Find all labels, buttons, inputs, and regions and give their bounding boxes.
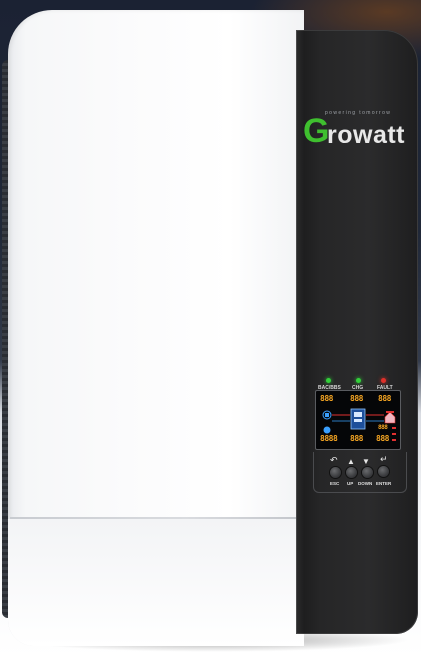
logo-wordmark: rowatt	[327, 121, 405, 149]
lcd-readout-mid-right: 888	[378, 424, 388, 431]
up-button[interactable]	[346, 467, 357, 478]
enter-button[interactable]	[378, 466, 389, 477]
esc-button-label: ESC	[330, 481, 340, 486]
lcd-readout-bottom-right: 888	[376, 434, 389, 443]
enter-button-label: ENTER	[376, 481, 392, 486]
lcd-readout-bottom-left: 8888	[320, 434, 338, 443]
esc-button[interactable]	[330, 467, 341, 478]
status-led-fault	[381, 378, 386, 383]
up-arrow-icon: ▲	[347, 457, 355, 466]
enter-arrow-icon: ↵	[380, 454, 388, 464]
lcd-display: 888 888 888 888 8888 888 888	[315, 390, 401, 450]
bottom-cover	[8, 519, 304, 646]
status-led-chg	[356, 378, 361, 383]
brand-logo: powering tomorrow G rowatt	[303, 110, 415, 156]
lcd-readout-bottom-mid: 888	[350, 434, 363, 443]
down-arrow-icon: ▼	[362, 457, 370, 466]
up-button-label: UP	[347, 481, 354, 486]
product-photo: powering tomorrow G rowatt BAC/BBS CHG F…	[0, 0, 421, 656]
back-arrow-icon: ↶	[330, 455, 338, 465]
logo-tagline: powering tomorrow	[325, 110, 392, 116]
down-button[interactable]	[362, 467, 373, 478]
keypad-frame	[313, 452, 407, 493]
down-button-label: DOWN	[358, 481, 373, 486]
logo-initial: G	[303, 112, 330, 150]
status-led-bac-bbs	[326, 378, 331, 383]
cover-seam	[10, 517, 304, 519]
solar-inverter: powering tomorrow G rowatt BAC/BBS CHG F…	[0, 0, 421, 656]
